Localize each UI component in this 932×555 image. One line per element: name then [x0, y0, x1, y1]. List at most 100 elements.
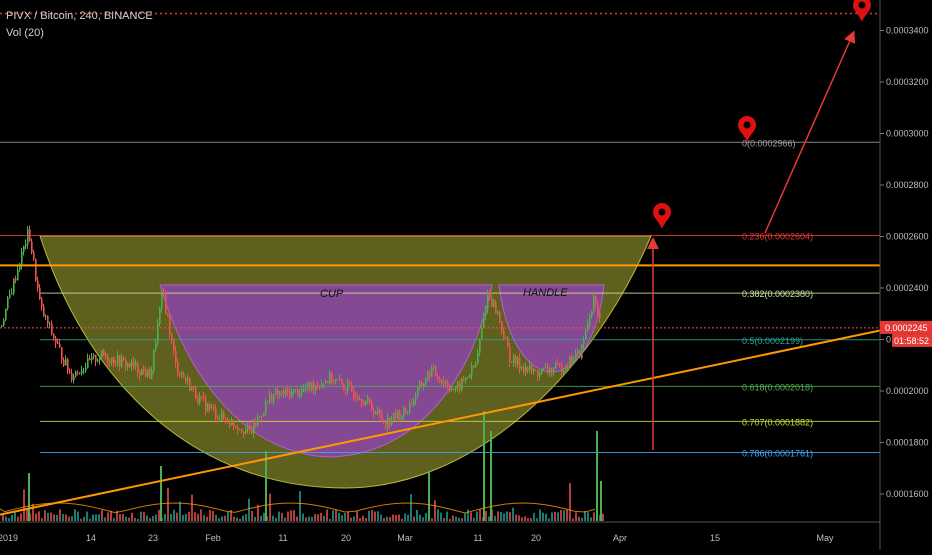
- volume-bar: [578, 516, 580, 521]
- volume-bar: [329, 518, 331, 521]
- y-tick-label: 0.0003400: [886, 26, 929, 36]
- candle-body: [125, 359, 127, 367]
- candle-body: [153, 349, 155, 371]
- volume-bar: [128, 517, 130, 521]
- candle-body: [519, 358, 521, 369]
- volume-bar: [77, 511, 79, 521]
- volume-spike: [483, 411, 485, 521]
- volume-bar: [410, 494, 412, 521]
- candle-body: [593, 296, 595, 313]
- candle-body: [207, 403, 209, 411]
- volume-bar: [32, 503, 34, 521]
- candle-body: [53, 334, 55, 339]
- chart-title: PIVX / Bitcoin, 240, BINANCE: [6, 10, 153, 22]
- candle-body: [399, 411, 401, 420]
- fib-label-2: 0.382(0.0002380): [742, 289, 813, 299]
- volume-bar: [506, 511, 508, 521]
- volume-bar: [320, 512, 322, 521]
- volume-bar: [533, 513, 535, 521]
- volume-bar: [581, 517, 583, 521]
- volume-bar: [95, 514, 97, 521]
- candle-body: [499, 312, 501, 321]
- candle-body: [23, 246, 25, 252]
- candle-body: [175, 350, 177, 363]
- volume-bar: [347, 511, 349, 521]
- volume-bar: [422, 517, 424, 521]
- volume-spike: [428, 471, 430, 521]
- candle-body: [41, 299, 43, 307]
- candle-body: [171, 334, 173, 341]
- volume-bar: [350, 517, 352, 521]
- candle-body: [219, 418, 221, 420]
- candle-body: [217, 417, 219, 419]
- volume-bar: [47, 512, 49, 521]
- candle-body: [141, 369, 143, 376]
- candle-body: [271, 394, 273, 402]
- volume-bar: [434, 500, 436, 521]
- candle-body: [483, 315, 485, 328]
- candle-body: [473, 365, 475, 368]
- volume-bar: [176, 512, 178, 521]
- volume-bar: [380, 514, 382, 521]
- candle-body: [349, 383, 351, 385]
- candle-body: [409, 403, 411, 412]
- candle-body: [471, 365, 473, 375]
- volume-bar: [527, 517, 529, 521]
- candle-body: [127, 362, 129, 367]
- volume-bar: [398, 514, 400, 521]
- volume-bar: [311, 516, 313, 521]
- volume-bar: [284, 517, 286, 521]
- candle-body: [289, 391, 291, 398]
- candle-body: [517, 358, 519, 365]
- candle-body: [463, 378, 465, 381]
- volume-bar: [473, 517, 475, 521]
- volume-bar: [530, 518, 532, 521]
- volume-bar: [479, 509, 481, 521]
- volume-bar: [254, 516, 256, 521]
- candle-body: [451, 389, 453, 391]
- annotation-cup: CUP: [320, 288, 344, 300]
- volume-bar: [305, 517, 307, 521]
- candle-body: [307, 382, 309, 389]
- fib-label-1: 0.236(0.0002604): [742, 231, 813, 241]
- fib-label-3: 0.5(0.0002199): [742, 336, 803, 346]
- candle-body: [137, 363, 139, 372]
- candle-body: [513, 356, 515, 363]
- candle-body: [487, 292, 489, 310]
- candle-body: [345, 389, 347, 391]
- candle-body: [17, 269, 19, 281]
- candle-body: [557, 363, 559, 365]
- candle-body: [291, 390, 293, 398]
- candle-body: [431, 368, 433, 377]
- volume-indicator-label[interactable]: Vol (20): [6, 27, 44, 39]
- candle-body: [189, 378, 191, 391]
- chart-area[interactable]: 0(0.0002966) 0.236(0.0002604) 0.382(0.0002…: [0, 0, 932, 550]
- candle-body: [99, 357, 101, 361]
- volume-bar: [494, 515, 496, 521]
- candle-body: [241, 429, 243, 432]
- volume-spike: [600, 481, 602, 521]
- volume-bar: [509, 512, 511, 521]
- candle-body: [461, 378, 463, 390]
- candle-body: [181, 373, 183, 375]
- candle-body: [421, 382, 423, 387]
- volume-bar: [572, 518, 574, 521]
- candle-body: [559, 363, 561, 365]
- candle-body: [401, 416, 403, 420]
- candle-body: [177, 362, 179, 373]
- volume-bar: [65, 514, 67, 521]
- volume-bar: [569, 483, 571, 521]
- candle-body: [489, 292, 491, 299]
- volume-bar: [233, 516, 235, 521]
- candle-body: [579, 350, 581, 358]
- candle-body: [105, 355, 107, 357]
- price-chart[interactable]: 0(0.0002966) 0.236(0.0002604) 0.382(0.0002…: [0, 0, 932, 550]
- candle-body: [103, 349, 105, 356]
- volume-bar: [221, 516, 223, 521]
- y-tick-label: 0.0002600: [886, 232, 929, 242]
- candle-body: [187, 378, 189, 381]
- candle-body: [151, 370, 153, 380]
- volume-bar: [560, 509, 562, 521]
- volume-bar: [470, 512, 472, 521]
- volume-bar: [359, 518, 361, 521]
